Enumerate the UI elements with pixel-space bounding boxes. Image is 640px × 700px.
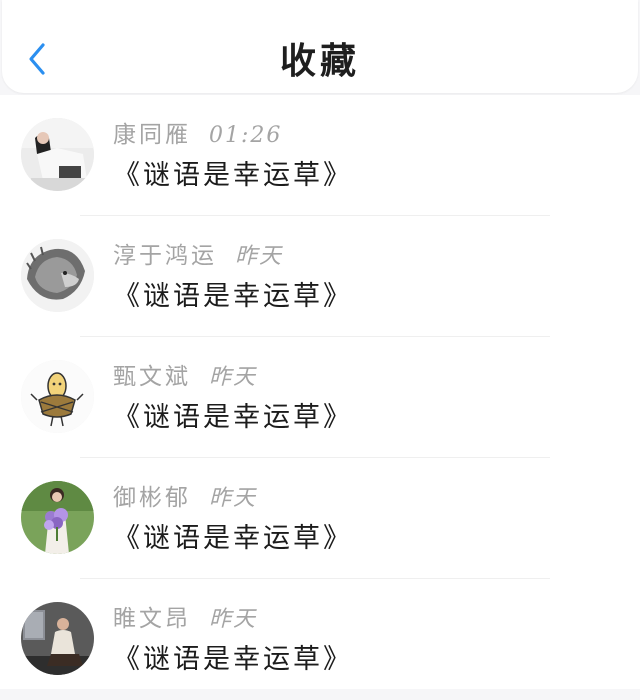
favorite-item[interactable]: 康同雁 01:26 《谜语是幸运草》	[0, 95, 640, 216]
favorites-list: 康同雁 01:26 《谜语是幸运草》 淳于鸿运 昨天 《谜语是幸运草》 甄文斌 …	[0, 95, 640, 689]
avatar-woman-in-studio	[21, 118, 94, 191]
page-title: 收藏	[279, 40, 360, 82]
avatar[interactable]	[21, 239, 94, 312]
timestamp: 昨天	[209, 486, 258, 511]
avatar[interactable]	[21, 118, 94, 191]
user-name: 御彬郁	[113, 485, 191, 511]
item-meta: 甄文斌 昨天	[113, 357, 257, 390]
timestamp: 昨天	[209, 365, 258, 390]
user-name: 甄文斌	[113, 364, 191, 390]
favorite-item[interactable]: 甄文斌 昨天 《谜语是幸运草》	[0, 337, 640, 458]
favorite-item[interactable]: 淳于鸿运 昨天 《谜语是幸运草》	[0, 216, 640, 337]
user-name: 康同雁	[113, 122, 191, 148]
item-meta: 御彬郁 昨天	[113, 478, 257, 511]
user-name: 淳于鸿运	[113, 243, 217, 269]
post-title: 《谜语是幸运草》	[113, 523, 353, 554]
avatar[interactable]	[21, 481, 94, 554]
user-name: 睢文昂	[113, 606, 191, 632]
avatar[interactable]	[21, 602, 94, 675]
post-title: 《谜语是幸运草》	[113, 160, 353, 191]
avatar-woman-with-flowers	[21, 481, 94, 554]
post-title: 《谜语是幸运草》	[113, 644, 353, 675]
timestamp: 01:26	[209, 123, 283, 148]
post-title: 《谜语是幸运草》	[113, 402, 353, 433]
timestamp: 昨天	[235, 244, 284, 269]
item-meta: 淳于鸿运 昨天	[113, 236, 283, 269]
avatar-man-indoors	[21, 602, 94, 675]
timestamp: 昨天	[209, 607, 258, 632]
avatar[interactable]	[21, 360, 94, 433]
favorite-item[interactable]: 睢文昂 昨天 《谜语是幸运草》	[0, 579, 640, 700]
item-meta: 康同雁 01:26	[113, 115, 283, 148]
post-title: 《谜语是幸运草》	[113, 281, 353, 312]
item-meta: 睢文昂 昨天	[113, 599, 257, 632]
favorite-item[interactable]: 御彬郁 昨天 《谜语是幸运草》	[0, 458, 640, 579]
top-bar: 收藏	[2, 0, 638, 93]
avatar-lion-sketch	[21, 239, 94, 312]
avatar-corn-cartoon	[21, 360, 94, 433]
